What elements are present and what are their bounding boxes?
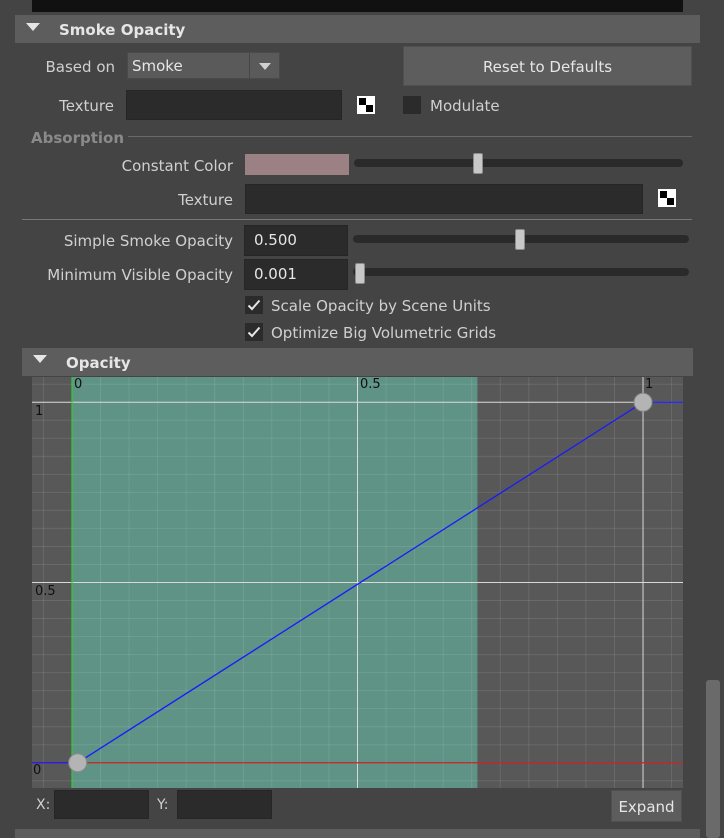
checker-texture-icon[interactable] [357, 96, 375, 114]
collapse-triangle-icon [33, 355, 47, 363]
x-tick-label: 1 [645, 377, 654, 392]
y-tick-label: 0.5 [35, 584, 56, 599]
section-divider [22, 219, 692, 220]
minimum-visible-opacity-slider-track[interactable] [353, 268, 689, 276]
constant-color-slider-track[interactable] [354, 159, 683, 167]
constant-color-label: Constant Color [121, 157, 233, 175]
y-tick-label: 1 [35, 404, 44, 419]
absorption-heading: Absorption [31, 129, 125, 147]
next-section-strip [15, 829, 700, 838]
simple-smoke-opacity-field[interactable]: 0.500 [244, 225, 348, 256]
section-header-opacity[interactable]: Opacity [22, 348, 693, 376]
simple-smoke-opacity-slider-handle[interactable] [515, 229, 525, 250]
modulate-checkbox[interactable] [403, 96, 421, 114]
scale-opacity-checkbox[interactable] [245, 296, 263, 314]
dropdown-separator [249, 53, 250, 78]
ramp-control-point[interactable] [68, 753, 88, 773]
scale-opacity-label: Scale Opacity by Scene Units [271, 297, 491, 315]
y-coordinate-field[interactable] [177, 790, 272, 819]
minimum-visible-opacity-slider-handle[interactable] [355, 263, 365, 284]
x-coordinate-field[interactable] [54, 790, 149, 819]
checkmark-icon [247, 326, 261, 338]
checkmark-icon [247, 299, 261, 311]
texture-label: Texture [59, 97, 114, 115]
y-coordinate-label: Y: [157, 797, 169, 813]
absorption-texture-field[interactable] [245, 184, 643, 214]
constant-color-swatch[interactable] [245, 154, 349, 175]
ramp-control-point[interactable] [633, 392, 653, 412]
vertical-scrollbar[interactable] [706, 680, 720, 838]
optimize-grids-checkbox[interactable] [245, 323, 263, 341]
section-title: Smoke Opacity [59, 21, 186, 39]
minimum-visible-opacity-label: Minimum Visible Opacity [47, 266, 233, 284]
section-title: Opacity [66, 354, 131, 372]
constant-color-slider-handle[interactable] [473, 153, 483, 174]
modulate-label: Modulate [430, 97, 500, 115]
based-on-dropdown[interactable]: Smoke [127, 52, 280, 79]
y-tick-label: 0 [33, 763, 42, 778]
based-on-value: Smoke [132, 57, 183, 75]
expand-button[interactable]: Expand [611, 790, 682, 822]
x-tick-label: 0.5 [360, 377, 381, 392]
x-tick-label: 0 [74, 377, 83, 392]
optimize-grids-label: Optimize Big Volumetric Grids [271, 324, 497, 342]
based-on-label: Based on [45, 58, 116, 76]
absorption-texture-label: Texture [178, 191, 233, 209]
opacity-ramp-graph[interactable] [32, 377, 683, 788]
texture-field[interactable] [126, 90, 342, 120]
absorption-divider [128, 136, 692, 137]
x-coordinate-label: X: [36, 797, 51, 813]
section-header-smoke-opacity[interactable]: Smoke Opacity [15, 15, 700, 43]
chevron-down-icon [259, 63, 271, 70]
viewport-strip [32, 0, 683, 12]
simple-smoke-opacity-label: Simple Smoke Opacity [63, 232, 233, 250]
minimum-visible-opacity-field[interactable]: 0.001 [244, 259, 348, 290]
reset-to-defaults-button[interactable]: Reset to Defaults [403, 46, 692, 86]
collapse-triangle-icon [26, 23, 40, 31]
checker-texture-icon[interactable] [658, 189, 676, 207]
